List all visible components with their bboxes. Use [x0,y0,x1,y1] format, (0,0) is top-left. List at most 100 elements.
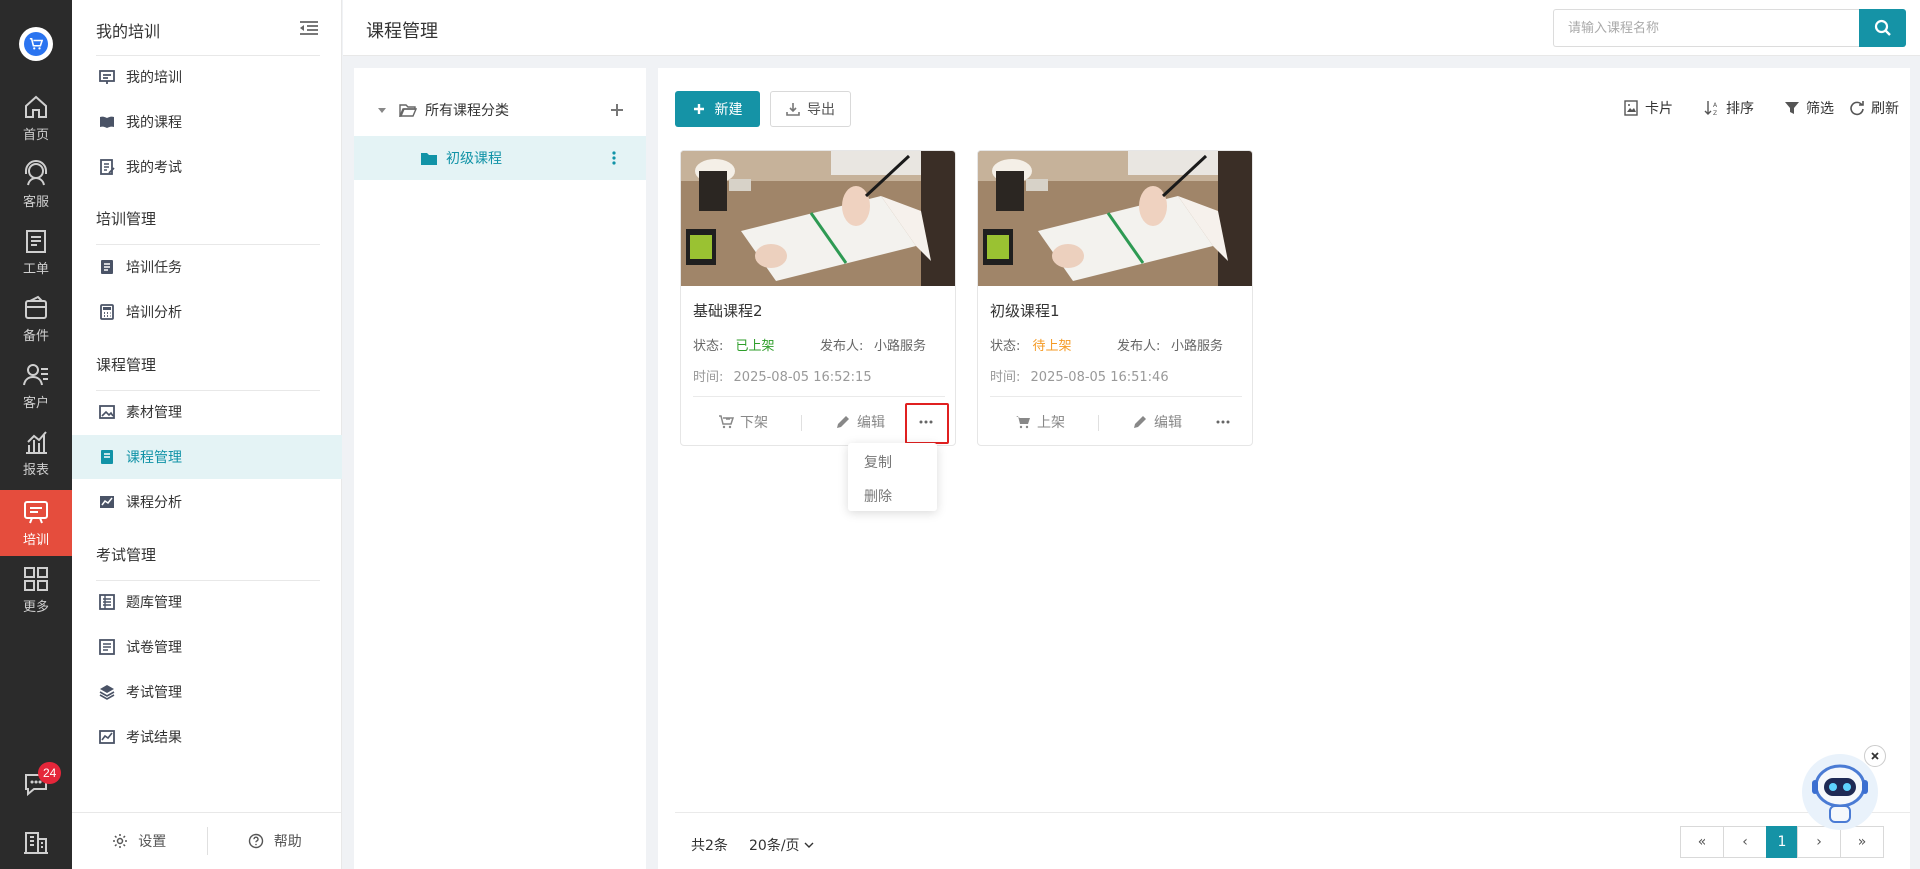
divider [1098,415,1099,431]
sidebar-item-my-training[interactable]: 我的培训 [72,55,342,99]
close-assistant-button[interactable] [1864,745,1886,767]
sidebar-item-label: 课程分析 [126,495,182,511]
new-course-button[interactable]: 新建 [675,91,760,127]
status-label: 状态: [990,339,1021,354]
paper-icon [99,639,115,655]
users-icon [23,364,48,386]
rail-item-customer[interactable]: 客户 [0,353,72,419]
rail-label: 工单 [22,262,49,277]
sidebar-item-course-analysis[interactable]: 课程分析 [72,480,342,524]
rail-label: 报表 [22,463,49,478]
rail-item-parts[interactable]: 备件 [0,286,72,352]
app-rail: 首页 客服 工单 备件 客户 报表 培训 更多 24 [0,0,72,869]
page-size-select[interactable]: 20条/页 [749,835,814,855]
rail-item-more[interactable]: 更多 [0,557,72,623]
more-actions-dropdown: 复制 删除 [848,443,937,511]
collapse-menu-icon[interactable] [299,20,319,36]
search-input[interactable] [1553,9,1859,47]
task-icon [101,260,113,274]
add-category-icon[interactable] [610,103,624,117]
message-count-badge: 24 [38,762,62,784]
sidebar-item-question-bank[interactable]: 题库管理 [72,580,342,624]
app-logo[interactable] [19,27,53,61]
sort-label: 排序 [1726,101,1754,117]
sidebar-item-training-tasks[interactable]: 培训任务 [72,245,342,289]
sidebar-item-my-exams[interactable]: 我的考试 [72,145,342,189]
sidebar-item-exam-results[interactable]: 考试结果 [72,715,342,759]
svg-text:A: A [1713,102,1718,109]
help-button[interactable]: 帮助 [208,831,343,851]
rail-item-home[interactable]: 首页 [0,85,72,151]
publisher-label: 发布人: [820,339,864,354]
download-icon [786,103,800,116]
page-number-button[interactable]: 1 [1766,826,1798,858]
sidebar-item-course-mgmt[interactable]: 课程管理 [72,435,342,479]
course-card[interactable]: 基础课程2 状态: 已上架 发布人: 小路服务 时间: 2025-08-05 1… [680,150,956,446]
sidebar-item-label: 我的考试 [126,160,182,176]
search-button[interactable] [1859,9,1906,47]
copy-menu-item[interactable]: 复制 [864,452,892,472]
more-vertical-icon[interactable] [612,151,616,165]
exam-doc-icon [100,159,115,175]
plus-icon [693,104,704,114]
more-actions-button[interactable] [918,404,940,440]
sidebar-item-material-mgmt[interactable]: 素材管理 [72,390,342,434]
course-main-panel: 新建 导出 卡片 AZ 排序 筛选 刷新 基础课程2 状态: 已上架 发布人: … [658,68,1910,869]
sidebar-item-paper-mgmt[interactable]: 试卷管理 [72,625,342,669]
publish-button[interactable]: 上架 [1015,404,1065,440]
status-label: 状态: [693,339,724,354]
more-horizontal-icon [1216,420,1230,424]
cart-icon [1016,416,1030,429]
refresh-button[interactable]: 刷新 [1849,98,1899,118]
course-time-row: 时间: 2025-08-05 16:52:15 [693,366,872,385]
filter-button[interactable]: 筛选 [1784,98,1834,118]
more-actions-button[interactable] [1215,404,1237,440]
edit-button[interactable]: 编辑 [1132,404,1182,440]
course-card[interactable]: 初级课程1 状态: 待上架 发布人: 小路服务 时间: 2025-08-05 1… [977,150,1253,446]
close-icon [1871,752,1879,760]
export-button[interactable]: 导出 [770,91,851,127]
wallet-icon [25,295,47,319]
rail-messages[interactable] [0,764,72,804]
category-item-beginner[interactable]: 初级课程 [354,136,646,180]
more-horizontal-icon [919,420,933,424]
help-icon [248,833,263,849]
caret-down-icon[interactable] [377,105,387,115]
course-time: 2025-08-05 16:52:15 [733,370,872,385]
rail-label: 客服 [22,195,49,210]
help-label: 帮助 [273,834,302,850]
rail-company[interactable] [0,822,72,862]
unpublish-button[interactable]: 下架 [718,404,768,440]
category-root[interactable]: 所有课程分类 [354,92,646,128]
rail-item-report[interactable]: 报表 [0,420,72,486]
course-title: 基础课程2 [693,302,763,320]
gear-icon [113,834,128,848]
layers-icon [99,685,115,700]
pencil-icon [837,416,849,428]
sidebar-item-training-analysis[interactable]: 培训分析 [72,290,342,334]
publisher-label: 发布人: [1117,339,1161,354]
edit-button[interactable]: 编辑 [835,404,885,440]
delete-menu-item[interactable]: 删除 [864,486,892,506]
sidebar-item-label: 我的培训 [126,70,182,86]
sidebar-item-my-courses[interactable]: 我的课程 [72,100,342,144]
first-page-button[interactable]: « [1680,826,1724,858]
sidebar-group-training-mgmt: 培训管理 [96,210,157,228]
sidebar-item-exam-mgmt[interactable]: 考试管理 [72,670,342,714]
prev-page-button[interactable]: ‹ [1723,826,1767,858]
svg-text:Z: Z [1713,110,1717,116]
cart-logo-icon [24,32,48,56]
rail-item-service[interactable]: 客服 [0,152,72,218]
chart-icon [26,431,47,454]
card-actions: 下架 编辑 [681,403,955,444]
rail-item-training[interactable]: 培训 [0,490,72,556]
divider [801,415,802,431]
card-view-button[interactable]: 卡片 [1623,98,1673,118]
rail-item-ticket[interactable]: 工单 [0,219,72,285]
settings-button[interactable]: 设置 [72,831,207,851]
board-icon [99,70,115,84]
rail-label: 备件 [22,329,49,344]
sort-button[interactable]: AZ 排序 [1704,98,1754,118]
export-button-label: 导出 [807,102,835,118]
unpublish-label: 下架 [740,415,768,431]
